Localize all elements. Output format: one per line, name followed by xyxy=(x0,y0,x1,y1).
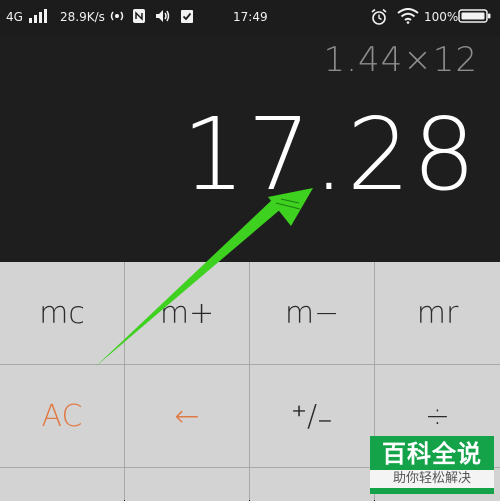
clock-time: 17:49 xyxy=(233,10,268,24)
m-minus-button[interactable]: m− xyxy=(250,262,374,364)
network-type: 4G xyxy=(6,10,23,24)
watermark-subtitle: 助你轻松解决 xyxy=(370,470,494,488)
nfc-icon xyxy=(132,8,146,28)
status-bar: 4G 28.9K/s 17:49 100% xyxy=(0,0,500,36)
alarm-icon xyxy=(370,8,388,30)
key-row-partial[interactable] xyxy=(250,468,374,501)
battery-level: 100% xyxy=(424,10,459,24)
signal-icon xyxy=(28,8,50,28)
watermark-title: 百科全说 xyxy=(382,440,482,468)
wifi-icon xyxy=(397,8,419,28)
key-row-partial[interactable] xyxy=(125,468,249,501)
plus-minus-button[interactable]: ⁺∕₋ xyxy=(250,365,374,467)
check-icon xyxy=(180,8,194,28)
backspace-button[interactable]: ← xyxy=(125,365,249,467)
network-speed: 28.9K/s xyxy=(60,10,105,24)
result-value: 17.28 xyxy=(181,96,478,213)
mc-button[interactable]: mc xyxy=(0,262,124,364)
volume-icon xyxy=(154,8,172,28)
expression-text: 1.44×12 xyxy=(323,40,478,80)
calculator-display: 1.44×12 17.28 xyxy=(0,36,500,262)
battery-icon xyxy=(458,8,492,28)
watermark-logo: 百科全说 助你轻松解决 xyxy=(370,436,494,494)
mr-button[interactable]: mr xyxy=(375,262,500,364)
hotspot-icon xyxy=(108,8,126,28)
m-plus-button[interactable]: m+ xyxy=(125,262,249,364)
key-row-partial[interactable] xyxy=(0,468,124,501)
ac-button[interactable]: AC xyxy=(0,365,124,467)
